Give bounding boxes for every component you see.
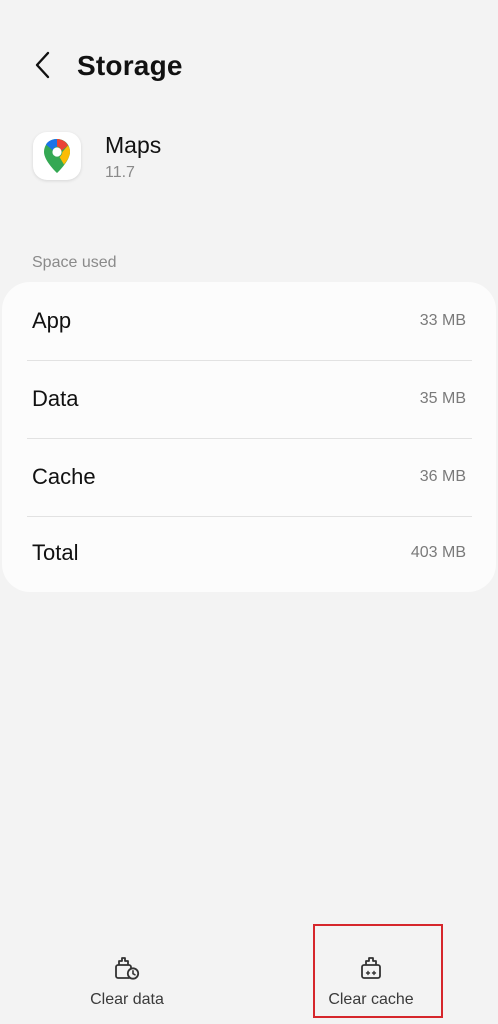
row-value: 33 MB: [419, 312, 466, 329]
header: Storage: [0, 38, 498, 96]
row-label: App: [32, 308, 72, 333]
google-maps-icon: [33, 132, 81, 180]
storage-row-app: App 33 MB: [2, 282, 496, 360]
storage-screen: Storage Maps 11.7 Space used App 33 MB D…: [0, 0, 498, 1024]
back-button[interactable]: [24, 48, 62, 86]
clear-data-label: Clear data: [90, 991, 164, 1008]
clear-data-icon: [113, 955, 141, 981]
row-label: Data: [32, 386, 79, 411]
chevron-left-icon: [33, 50, 53, 85]
storage-row-cache: Cache 36 MB: [2, 438, 496, 516]
page-title: Storage: [77, 50, 183, 81]
row-value: 403 MB: [410, 544, 466, 561]
space-used-card: App 33 MB Data 35 MB Cache 36 MB Total 4…: [2, 282, 496, 592]
row-value: 35 MB: [419, 390, 466, 407]
section-label-space-used: Space used: [32, 254, 117, 271]
row-label: Total: [32, 540, 79, 565]
app-info: Maps 11.7: [0, 128, 498, 190]
app-version: 11.7: [105, 164, 135, 181]
clear-data-button[interactable]: Clear data: [63, 925, 191, 1017]
highlight-box: [313, 924, 443, 1018]
app-name: Maps: [105, 132, 162, 158]
row-value: 36 MB: [419, 468, 466, 485]
storage-row-data: Data 35 MB: [2, 360, 496, 438]
row-label: Cache: [32, 464, 96, 489]
storage-row-total: Total 403 MB: [2, 514, 496, 592]
